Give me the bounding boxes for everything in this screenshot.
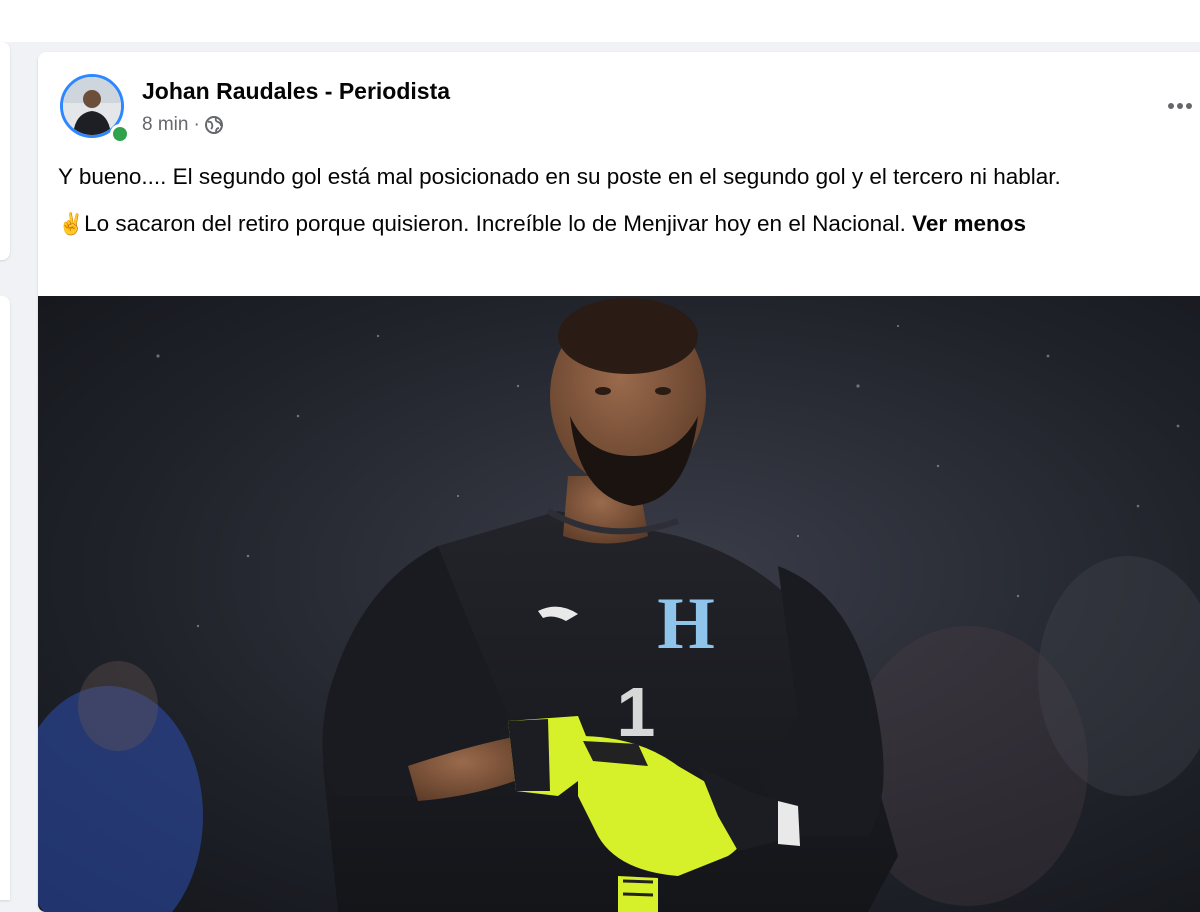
post-card: Johan Raudales - Periodista 8 min · Y bu… — [38, 52, 1200, 912]
top-strip — [0, 0, 1200, 42]
more-options-icon — [1168, 103, 1174, 109]
author-name[interactable]: Johan Raudales - Periodista — [142, 78, 450, 105]
victory-hand-icon: ✌ — [58, 213, 85, 236]
jersey-number: 1 — [617, 673, 656, 751]
see-less-link[interactable]: Ver menos — [912, 211, 1026, 236]
meta-separator: · — [193, 114, 200, 135]
post-paragraph-text: Lo sacaron del retiro porque quisieron. … — [84, 211, 906, 236]
more-options-icon — [1186, 103, 1192, 109]
post-meta: 8 min · — [142, 114, 224, 136]
jersey-crest-letter: H — [657, 583, 715, 665]
globe-icon[interactable] — [204, 115, 224, 135]
more-options-button[interactable] — [1168, 88, 1200, 124]
post-paragraph: ✌Lo sacaron del retiro porque quisieron.… — [58, 207, 1178, 242]
post-photo[interactable]: H 1 — [38, 296, 1200, 912]
left-card-edge — [0, 296, 10, 900]
post-text: Y bueno.... El segundo gol está mal posi… — [58, 160, 1178, 242]
more-options-icon — [1177, 103, 1183, 109]
post-timestamp[interactable]: 8 min — [142, 114, 188, 136]
online-status-dot — [110, 124, 130, 144]
post-paragraph: Y bueno.... El segundo gol está mal posi… — [58, 164, 1061, 189]
left-card-edge — [0, 42, 10, 260]
